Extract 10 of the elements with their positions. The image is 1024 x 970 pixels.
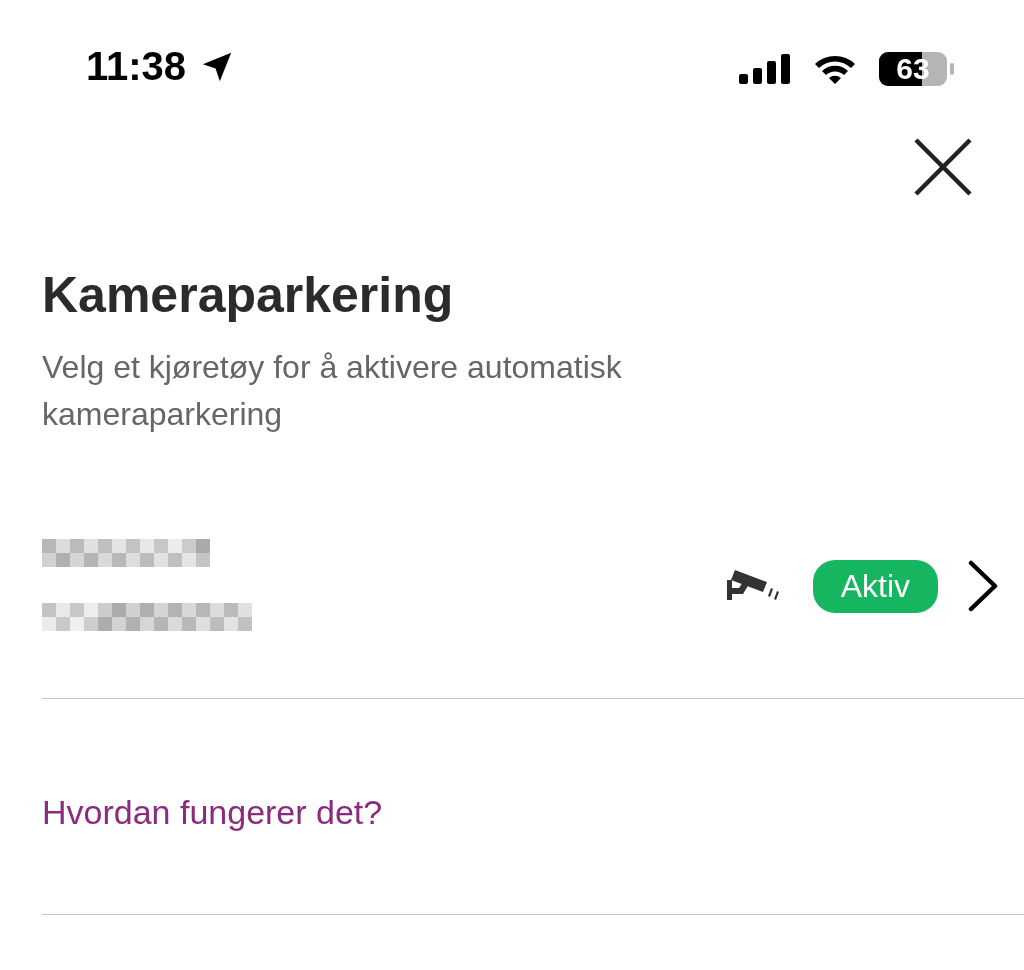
page-title: Kameraparkering xyxy=(42,266,455,324)
close-button[interactable] xyxy=(912,136,974,198)
description: Velg et kjøretøy for å aktivere automatisk kameraparkering xyxy=(42,348,623,434)
clock: 11:38 xyxy=(86,44,187,89)
battery-cap-icon xyxy=(950,63,954,75)
status-badge: Aktiv xyxy=(812,559,938,613)
chevron-right-icon xyxy=(968,560,998,612)
wifi-icon xyxy=(813,53,857,85)
help-link[interactable]: Hvordan fungerer det? xyxy=(42,793,383,832)
signal-icon xyxy=(739,54,791,84)
